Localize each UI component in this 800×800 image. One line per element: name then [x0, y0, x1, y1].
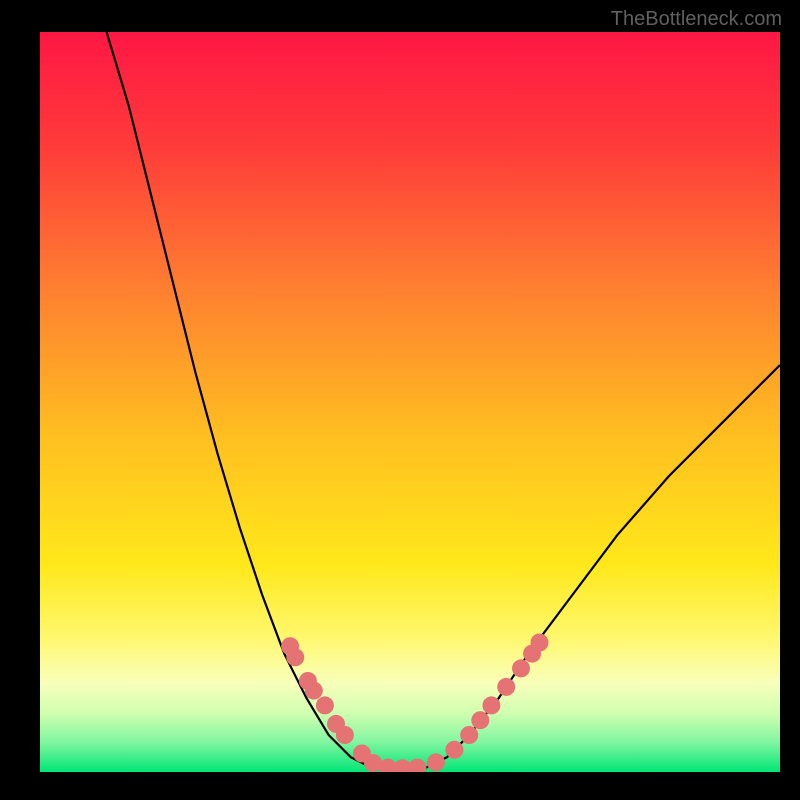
data-marker [445, 741, 463, 759]
chart-svg [40, 32, 780, 772]
data-marker [427, 753, 445, 771]
watermark-text: TheBottleneck.com [611, 8, 782, 31]
data-marker [336, 726, 354, 744]
chart-plot-area [40, 32, 780, 772]
data-marker [316, 696, 334, 714]
data-marker [460, 726, 478, 744]
data-marker [497, 678, 515, 696]
data-marker [305, 682, 323, 700]
data-marker [512, 659, 530, 677]
data-marker [531, 634, 549, 652]
data-marker [471, 711, 489, 729]
data-marker [482, 696, 500, 714]
data-marker [286, 648, 304, 666]
gradient-background [40, 32, 780, 772]
